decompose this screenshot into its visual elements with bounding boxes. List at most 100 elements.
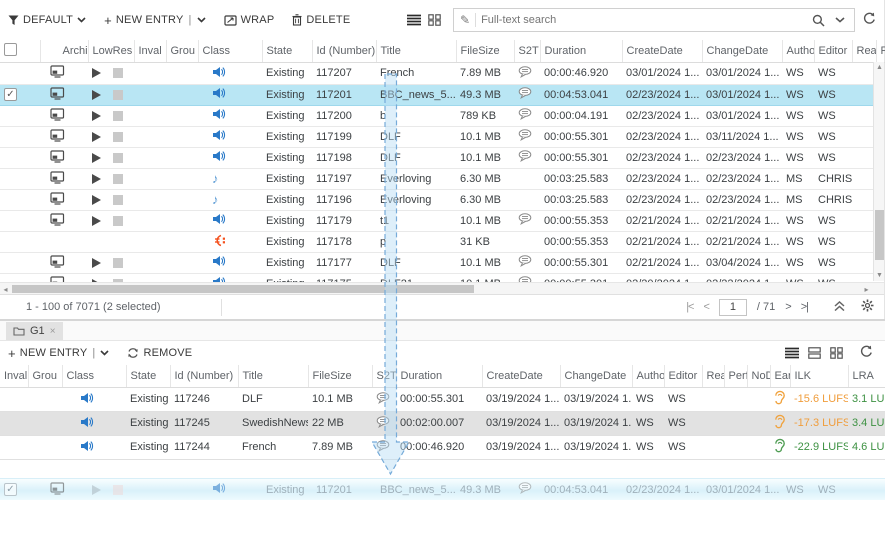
- cell-author[interactable]: WS: [632, 411, 664, 435]
- cell-perfe[interactable]: [876, 479, 885, 500]
- cell-filesize[interactable]: 6.30 MB: [456, 168, 514, 189]
- cell-title[interactable]: t1: [376, 210, 456, 231]
- cell-state[interactable]: Existing: [126, 435, 170, 459]
- cell-invalid[interactable]: [134, 84, 166, 105]
- cell-lra[interactable]: 3.4 LU: [848, 411, 885, 435]
- cell-s2t[interactable]: [514, 126, 540, 147]
- delete-button[interactable]: DELETE: [292, 14, 350, 26]
- cell-duration[interactable]: 00:00:55.353: [540, 231, 622, 252]
- new-entry-button[interactable]: + NEW ENTRY |: [104, 13, 205, 28]
- cell-author[interactable]: WS: [782, 126, 814, 147]
- horizontal-scroll-thumb[interactable]: [12, 285, 474, 293]
- group-tab-g1[interactable]: G1 ×: [6, 322, 63, 340]
- cell-author[interactable]: WS: [782, 63, 814, 84]
- cell-class[interactable]: [198, 63, 262, 84]
- filter-default-button[interactable]: DEFAULT: [8, 14, 86, 26]
- cell-invalid[interactable]: [134, 105, 166, 126]
- cell-group[interactable]: [166, 168, 198, 189]
- cell-id[interactable]: 117178: [312, 231, 376, 252]
- cell-archive[interactable]: [40, 273, 88, 282]
- cell-id[interactable]: 117198: [312, 147, 376, 168]
- table-row[interactable]: Existing117246DLF10.1 MB00:00:55.30103/1…: [0, 387, 885, 411]
- cell-archive[interactable]: [40, 189, 88, 210]
- cell-title[interactable]: Everloving: [376, 168, 456, 189]
- search-magnifier-icon[interactable]: [807, 14, 830, 27]
- table-row[interactable]: ♪Existing117197Everloving6.30 MB00:03:25…: [0, 168, 884, 189]
- table-row[interactable]: Existing117198DLF10.1 MB00:00:55.30102/2…: [0, 147, 884, 168]
- cell-s2t[interactable]: [514, 189, 540, 210]
- column-header-inval[interactable]: Inval: [0, 365, 28, 387]
- cell-duration[interactable]: 00:02:00.007: [396, 411, 482, 435]
- settings-gear-icon[interactable]: [861, 299, 874, 315]
- cell-s2t[interactable]: [514, 231, 540, 252]
- cell-duration[interactable]: 00:04:53.041: [540, 84, 622, 105]
- cell-class[interactable]: [62, 387, 126, 411]
- cell-id[interactable]: 117200: [312, 105, 376, 126]
- column-header-duration[interactable]: Duration: [396, 365, 482, 387]
- cell-filesize[interactable]: 10.1 MB: [456, 273, 514, 282]
- column-header-changedate[interactable]: ChangeDate: [702, 40, 782, 63]
- cell-id[interactable]: 117245: [170, 411, 238, 435]
- cell-title[interactable]: DLF: [238, 387, 308, 411]
- cell-duration[interactable]: 00:04:53.041: [540, 479, 622, 500]
- column-header-createdate[interactable]: CreateDate: [622, 40, 702, 63]
- cell-read[interactable]: [702, 435, 724, 459]
- cell-select[interactable]: [0, 273, 40, 282]
- stop-icon[interactable]: [113, 174, 123, 184]
- cell-filesize[interactable]: 22 MB: [308, 411, 372, 435]
- stop-icon[interactable]: [113, 485, 123, 495]
- cell-id[interactable]: 117199: [312, 126, 376, 147]
- cell-node[interactable]: [747, 387, 770, 411]
- cell-title[interactable]: BBC_news_5...: [376, 84, 456, 105]
- cell-archive[interactable]: [40, 126, 88, 147]
- cell-class[interactable]: [198, 105, 262, 126]
- cell-changedate[interactable]: 02/23/2024 1...: [702, 147, 782, 168]
- cell-s2t[interactable]: [514, 210, 540, 231]
- cell-author[interactable]: WS: [782, 479, 814, 500]
- cell-ilk[interactable]: -15.6 LUFS: [790, 387, 848, 411]
- cell-filesize[interactable]: 49.3 MB: [456, 84, 514, 105]
- cell-lowres-controls[interactable]: [88, 231, 134, 252]
- cell-group[interactable]: [28, 411, 62, 435]
- cell-duration[interactable]: 00:00:55.301: [540, 126, 622, 147]
- cell-editor[interactable]: WS: [814, 84, 852, 105]
- group-new-entry-button[interactable]: + NEW ENTRY |: [8, 346, 109, 361]
- cell-state[interactable]: Existing: [126, 411, 170, 435]
- last-page-button[interactable]: >|: [801, 301, 808, 313]
- stop-icon[interactable]: [113, 111, 123, 121]
- play-icon[interactable]: [92, 216, 101, 226]
- cell-createdate[interactable]: 02/23/2024 1...: [622, 147, 702, 168]
- cell-filesize[interactable]: 789 KB: [456, 105, 514, 126]
- table-row[interactable]: Existing117178p31 KB00:00:55.35302/21/20…: [0, 231, 884, 252]
- table-row[interactable]: Existing117207French7.89 MB00:00:46.9200…: [0, 63, 884, 84]
- cell-node[interactable]: [747, 411, 770, 435]
- cell-select[interactable]: [0, 231, 40, 252]
- scroll-right-arrow[interactable]: ▸: [861, 283, 872, 295]
- column-header-archi[interactable]: Archi: [40, 40, 88, 63]
- cell-select[interactable]: [0, 210, 40, 231]
- cell-filesize[interactable]: 10.1 MB: [456, 252, 514, 273]
- cell-state[interactable]: Existing: [262, 147, 312, 168]
- cell-title[interactable]: French: [238, 435, 308, 459]
- search-input[interactable]: [481, 14, 807, 26]
- cell-node[interactable]: [747, 435, 770, 459]
- cell-createdate[interactable]: 02/21/2024 1...: [622, 252, 702, 273]
- cell-changedate[interactable]: 03/01/2024 1...: [702, 84, 782, 105]
- cell-archive[interactable]: [40, 210, 88, 231]
- cell-state[interactable]: Existing: [262, 63, 312, 84]
- cell-author[interactable]: WS: [632, 435, 664, 459]
- cell-state[interactable]: Existing: [262, 210, 312, 231]
- cell-author[interactable]: WS: [782, 210, 814, 231]
- cell-archive[interactable]: [40, 105, 88, 126]
- cell-state[interactable]: Existing: [262, 84, 312, 105]
- column-header-s2t[interactable]: S2T: [372, 365, 396, 387]
- table-row[interactable]: Existing117200b789 KB00:00:04.19102/23/2…: [0, 105, 884, 126]
- cell-editor[interactable]: WS: [814, 210, 852, 231]
- cell-class[interactable]: [198, 231, 262, 252]
- cell-class[interactable]: [198, 147, 262, 168]
- cell-class[interactable]: ♪: [198, 189, 262, 210]
- table-row[interactable]: Existing117201BBC_news_5...49.3 MB00:04:…: [0, 84, 884, 105]
- cell-s2t[interactable]: [372, 387, 396, 411]
- cell-read[interactable]: [702, 411, 724, 435]
- remove-button[interactable]: REMOVE: [127, 347, 192, 359]
